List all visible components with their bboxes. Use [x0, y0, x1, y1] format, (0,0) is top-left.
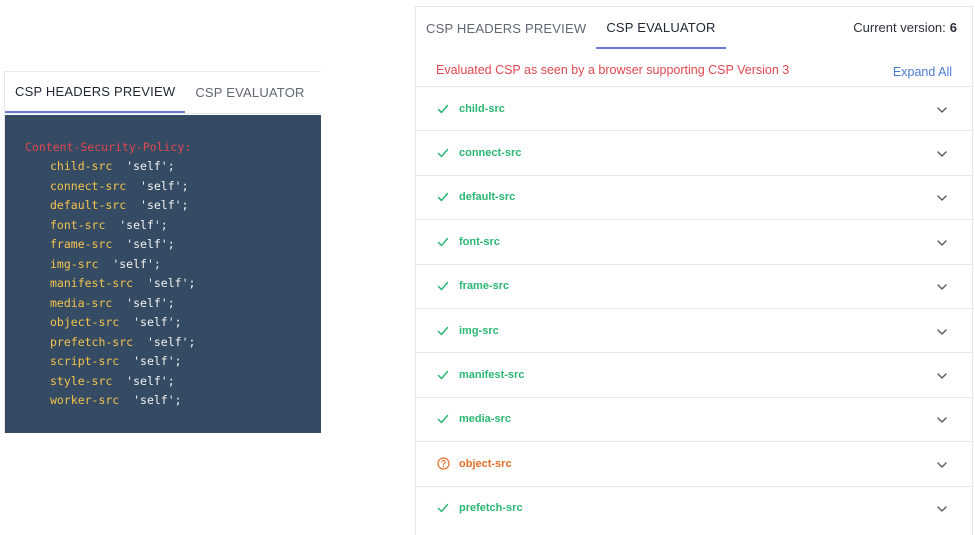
- chevron-down-icon[interactable]: [936, 147, 948, 159]
- directive-value: 'self';: [133, 393, 182, 407]
- csp-header-name: Content-Security-Policy:: [25, 140, 192, 154]
- directive-name: img-src: [50, 256, 99, 271]
- directive-row-label: manifest-src: [459, 369, 525, 382]
- chevron-down-icon[interactable]: [936, 191, 948, 203]
- directive-row-manifest-src[interactable]: manifest-src: [416, 352, 972, 396]
- directive-line: script-src 'self';: [25, 352, 321, 372]
- directive-row-media-src[interactable]: media-src: [416, 396, 972, 441]
- directive-line: frame-src 'self';: [25, 235, 321, 255]
- directive-row-label: object-src: [459, 457, 512, 470]
- directive-row-label: img-src: [459, 324, 499, 337]
- current-version-value: 6: [949, 20, 957, 35]
- directive-row-child-src[interactable]: child-src: [416, 86, 972, 130]
- directive-row-img-src[interactable]: img-src: [416, 307, 972, 352]
- expand-all-link[interactable]: Expand All: [893, 65, 952, 79]
- directive-line: prefetch-src 'self';: [25, 333, 321, 353]
- left-tab-bar: CSP HEADERS PREVIEW CSP EVALUATOR: [5, 72, 321, 114]
- directive-lines: child-src 'self'; connect-src 'self'; defa…: [25, 157, 321, 411]
- check-icon: [436, 279, 450, 293]
- directive-value: 'self';: [126, 237, 175, 251]
- chevron-down-icon[interactable]: [936, 502, 948, 514]
- directive-value: 'self';: [146, 276, 196, 290]
- check-icon: [436, 190, 450, 204]
- directive-line: default-src 'self';: [25, 196, 321, 216]
- directive-line: img-src 'self';: [25, 255, 321, 275]
- directive-value: 'self';: [112, 256, 161, 271]
- directive-row-label: default-src: [459, 191, 516, 204]
- directive-row-font-src[interactable]: font-src: [416, 219, 972, 263]
- directive-name: connect-src: [50, 178, 127, 193]
- check-icon: [436, 368, 450, 382]
- chevron-down-icon[interactable]: [936, 280, 948, 292]
- right-tab-bar: CSP HEADERS PREVIEW CSP EVALUATOR: [416, 7, 726, 49]
- directive-name: manifest-src: [50, 276, 134, 290]
- directive-value: 'self';: [126, 295, 175, 310]
- directive-name: style-src: [50, 373, 113, 388]
- current-version: Current version: 6: [853, 20, 957, 35]
- csp-headers-preview-panel: CSP HEADERS PREVIEW CSP EVALUATOR Conten…: [4, 71, 321, 433]
- check-icon: [436, 235, 450, 249]
- directive-name: script-src: [50, 354, 120, 368]
- directive-row-prefetch-src[interactable]: prefetch-src: [416, 485, 972, 530]
- directive-row-label: frame-src: [459, 280, 510, 293]
- directive-line: manifest-src 'self';: [25, 274, 321, 294]
- directive-name: default-src: [50, 198, 127, 212]
- directive-value: 'self';: [133, 315, 182, 329]
- directive-name: media-src: [50, 295, 113, 310]
- directive-value: 'self';: [146, 334, 196, 349]
- current-version-label: Current version:: [853, 20, 946, 35]
- tab-csp-evaluator[interactable]: CSP EVALUATOR: [596, 7, 726, 49]
- chevron-down-icon[interactable]: [936, 325, 948, 337]
- directive-value: 'self';: [126, 159, 175, 173]
- directive-name: frame-src: [50, 237, 113, 251]
- directive-row-connect-src[interactable]: connect-src: [416, 130, 972, 174]
- chevron-down-icon[interactable]: [936, 103, 948, 115]
- tab-csp-headers-preview[interactable]: CSP HEADERS PREVIEW: [416, 7, 596, 49]
- directive-value: 'self';: [140, 178, 189, 193]
- check-icon: [436, 501, 450, 515]
- directive-row-label: connect-src: [459, 147, 522, 160]
- evaluation-message: Evaluated CSP as seen by a browser suppo…: [436, 63, 790, 77]
- directive-row-label: media-src: [459, 413, 511, 426]
- directive-line: object-src 'self';: [25, 313, 321, 333]
- directive-row-frame-src[interactable]: frame-src: [416, 263, 972, 308]
- directive-line: style-src 'self';: [25, 372, 321, 392]
- csp-code-block: Content-Security-Policy: child-src 'self…: [5, 115, 321, 433]
- chevron-down-icon[interactable]: [936, 236, 948, 248]
- check-icon: [436, 412, 450, 426]
- chevron-down-icon[interactable]: [936, 369, 948, 381]
- directive-name: font-src: [50, 217, 106, 232]
- directive-value: 'self';: [119, 217, 168, 232]
- directive-value: 'self';: [126, 373, 175, 388]
- directive-value: 'self';: [140, 198, 189, 212]
- csp-evaluator-panel: CSP HEADERS PREVIEW CSP EVALUATOR Curren…: [415, 6, 973, 535]
- chevron-down-icon[interactable]: [936, 458, 948, 470]
- directive-row-object-src[interactable]: object-src: [416, 441, 972, 485]
- directive-row-label: child-src: [459, 102, 505, 115]
- question-circle-icon: [436, 457, 450, 471]
- directive-name: object-src: [50, 315, 120, 329]
- check-icon: [436, 146, 450, 160]
- directive-line: worker-src 'self';: [25, 391, 321, 411]
- chevron-down-icon[interactable]: [936, 413, 948, 425]
- check-icon: [436, 324, 450, 338]
- directive-line: child-src 'self';: [25, 157, 321, 177]
- directive-line: media-src 'self';: [25, 294, 321, 314]
- directive-name: worker-src: [50, 393, 120, 407]
- directive-list: child-src connect-src default-src font-src f…: [416, 86, 972, 530]
- directive-row-default-src[interactable]: default-src: [416, 174, 972, 219]
- directive-name: child-src: [50, 159, 113, 173]
- directive-value: 'self';: [133, 354, 182, 368]
- directive-line: connect-src 'self';: [25, 177, 321, 197]
- directive-row-label: prefetch-src: [459, 502, 523, 515]
- tab-csp-headers-preview[interactable]: CSP HEADERS PREVIEW: [5, 72, 186, 113]
- directive-row-label: font-src: [459, 235, 500, 248]
- check-icon: [436, 102, 450, 116]
- directive-name: prefetch-src: [50, 334, 134, 349]
- tab-csp-evaluator[interactable]: CSP EVALUATOR: [185, 72, 314, 113]
- directive-line: font-src 'self';: [25, 216, 321, 236]
